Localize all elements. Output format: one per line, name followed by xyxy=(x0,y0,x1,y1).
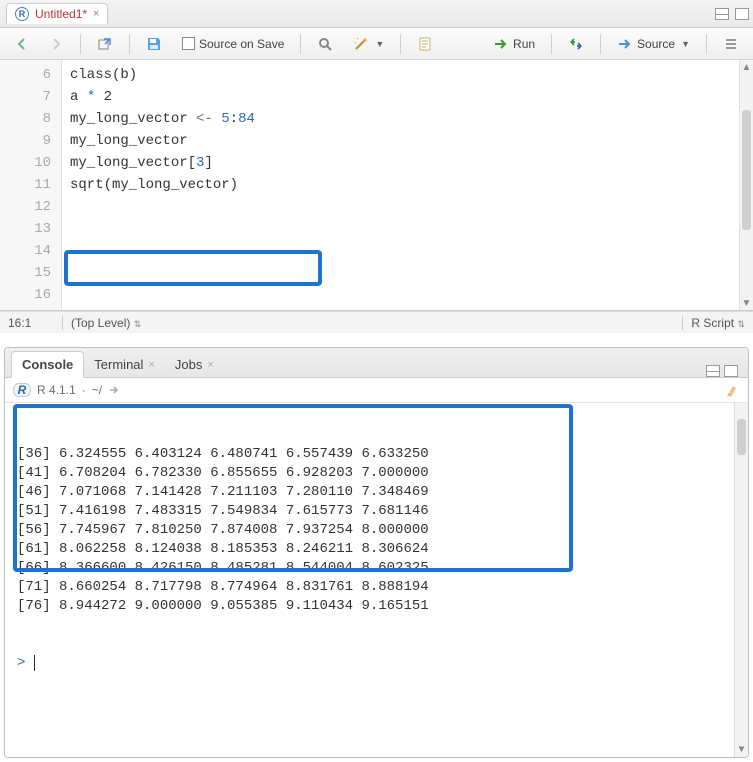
notebook-icon xyxy=(417,36,433,52)
floppy-icon xyxy=(146,36,162,52)
source-arrow-icon xyxy=(617,36,633,52)
source-toolbar: Source on Save ▼ Run Source ▼ xyxy=(0,28,753,60)
pane-max-icon[interactable] xyxy=(724,365,738,377)
scroll-thumb[interactable] xyxy=(737,419,746,455)
checkbox-icon xyxy=(182,37,195,50)
wand-icon xyxy=(353,36,369,52)
editor-scrollbar[interactable]: ▲ ▼ xyxy=(739,60,753,310)
arrow-left-icon xyxy=(14,36,30,52)
source-status-bar: 16:1 (Top Level) ⇅ R Script ⇅ xyxy=(0,311,753,333)
r-logo-icon: R xyxy=(13,383,31,397)
run-arrow-icon xyxy=(493,36,509,52)
code-tools-button[interactable]: ▼ xyxy=(347,33,390,55)
scroll-up-icon[interactable]: ▲ xyxy=(740,60,753,74)
lang-selector[interactable]: R Script ⇅ xyxy=(682,316,745,330)
scroll-down-icon[interactable]: ▼ xyxy=(740,296,753,310)
open-in-window-button[interactable] xyxy=(91,33,119,55)
goto-dir-icon[interactable] xyxy=(108,384,120,396)
source-on-save-toggle[interactable]: Source on Save xyxy=(176,34,290,54)
arrow-right-icon xyxy=(48,36,64,52)
pane-split-icon[interactable] xyxy=(715,8,729,20)
find-button[interactable] xyxy=(311,33,339,55)
clear-console-icon[interactable] xyxy=(724,382,740,398)
scroll-thumb[interactable] xyxy=(742,110,751,230)
file-tab-untitled1[interactable]: R Untitled1* × xyxy=(6,3,108,24)
source-label: Source xyxy=(637,37,675,51)
pane-max-icon[interactable] xyxy=(735,8,749,20)
search-icon xyxy=(317,36,333,52)
updown-icon: ⇅ xyxy=(737,319,745,329)
lang-label: R Script xyxy=(691,316,734,330)
cwd-label: ~/ xyxy=(92,383,102,397)
scroll-down-icon[interactable]: ▼ xyxy=(735,743,748,757)
popout-icon xyxy=(97,36,113,52)
file-tab-strip: R Untitled1* × xyxy=(0,0,753,28)
console-info-bar: R R 4.1.1 · ~/ xyxy=(5,378,748,403)
prompt-symbol: > xyxy=(17,655,25,671)
line-gutter: 678910111213141516 xyxy=(0,60,62,310)
console-text: [36] 6.324555 6.403124 6.480741 6.557439… xyxy=(17,445,736,616)
chevron-down-icon: ▼ xyxy=(681,39,690,49)
code-body[interactable]: class(b)a * 2my_long_vector <- 5:84my_lo… xyxy=(62,60,753,310)
tab-console-label: Console xyxy=(22,357,73,372)
console-prompt-line[interactable]: > xyxy=(17,654,736,673)
cursor-position: 16:1 xyxy=(8,316,62,330)
r-version-label: R 4.1.1 xyxy=(37,383,76,397)
run-button[interactable]: Run xyxy=(487,33,541,55)
source-on-save-label: Source on Save xyxy=(199,37,284,51)
close-icon[interactable]: × xyxy=(148,359,154,371)
console-tab-strip: Console Terminal × Jobs × xyxy=(5,348,748,378)
dot-sep: · xyxy=(82,383,86,397)
console-scrollbar[interactable]: ▲ ▼ xyxy=(734,403,748,757)
console-cursor xyxy=(34,655,43,671)
close-icon[interactable]: × xyxy=(93,8,99,20)
run-label: Run xyxy=(513,37,535,51)
pane-split-icon[interactable] xyxy=(706,365,720,377)
save-button[interactable] xyxy=(140,33,168,55)
rerun-button[interactable] xyxy=(562,33,590,55)
tab-terminal[interactable]: Terminal × xyxy=(84,352,165,377)
console-pane: Console Terminal × Jobs × R R 4.1.1 · ~/… xyxy=(4,347,749,758)
tab-terminal-label: Terminal xyxy=(94,357,143,372)
tab-jobs-label: Jobs xyxy=(175,357,202,372)
outline-button[interactable] xyxy=(717,33,745,55)
file-tab-label: Untitled1* xyxy=(35,7,87,21)
updown-icon: ⇅ xyxy=(134,319,142,329)
tab-jobs[interactable]: Jobs × xyxy=(165,352,224,377)
scope-label: (Top Level) xyxy=(71,316,130,330)
rerun-icon xyxy=(568,36,584,52)
close-icon[interactable]: × xyxy=(207,359,213,371)
r-file-icon: R xyxy=(15,7,29,21)
nav-back-button[interactable] xyxy=(8,33,36,55)
source-button[interactable]: Source ▼ xyxy=(611,33,696,55)
console-output[interactable]: [36] 6.324555 6.403124 6.480741 6.557439… xyxy=(5,403,748,757)
compile-report-button[interactable] xyxy=(411,33,439,55)
scope-selector[interactable]: (Top Level) ⇅ xyxy=(62,316,682,330)
tab-console[interactable]: Console xyxy=(11,351,84,378)
nav-forward-button[interactable] xyxy=(42,33,70,55)
chevron-down-icon: ▼ xyxy=(375,39,384,49)
outline-icon xyxy=(723,36,739,52)
code-editor[interactable]: 678910111213141516 class(b)a * 2my_long_… xyxy=(0,60,753,311)
